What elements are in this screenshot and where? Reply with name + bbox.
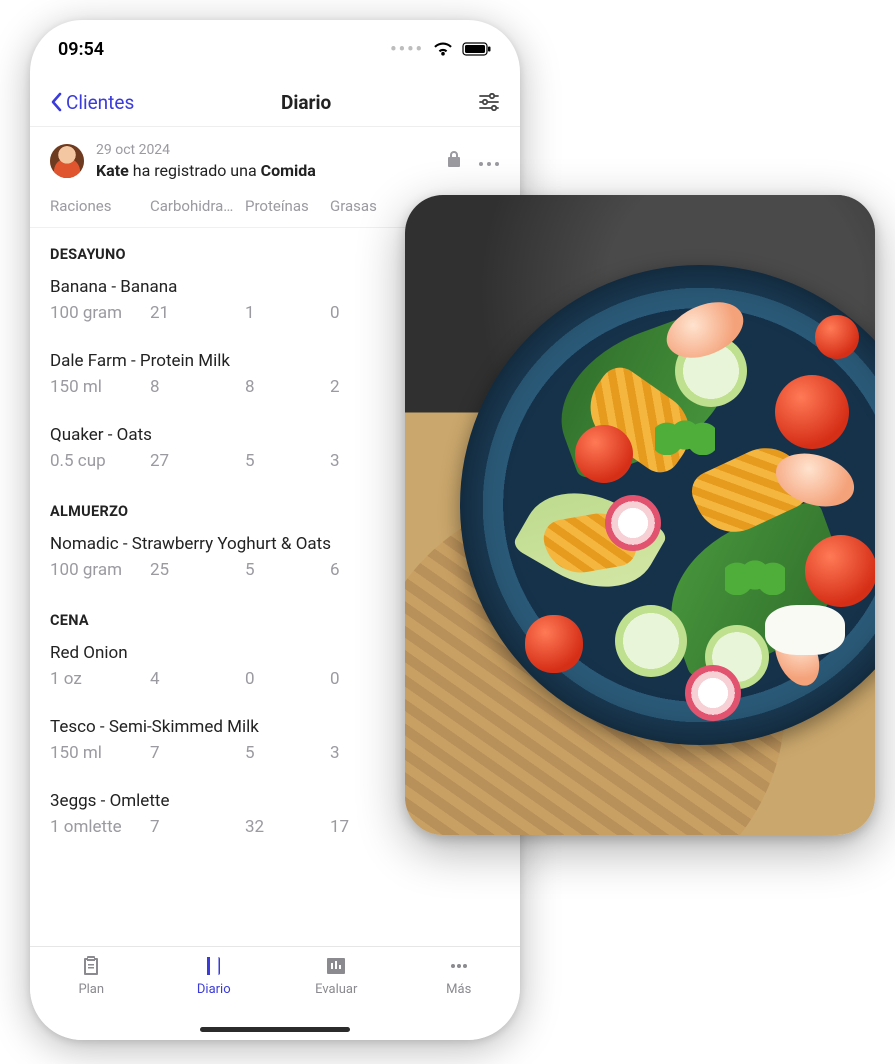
item-raciones: 1 omlette bbox=[50, 817, 150, 837]
status-bar: 09:54 •••• bbox=[30, 20, 520, 78]
cellular-dots-icon: •••• bbox=[390, 39, 424, 60]
clipboard-icon bbox=[79, 954, 103, 978]
item-prot: 0 bbox=[245, 669, 330, 689]
tab-label: Más bbox=[446, 982, 471, 997]
item-gras: 17 bbox=[330, 817, 400, 837]
page-title: Diario bbox=[281, 91, 331, 114]
tab-bar: Plan Diario Evaluar Más bbox=[30, 946, 520, 1040]
item-prot: 5 bbox=[245, 743, 330, 763]
lock-icon[interactable] bbox=[446, 150, 462, 172]
entry-message: Kate ha registrado una Comida bbox=[96, 160, 434, 182]
entry-date: 29 oct 2024 bbox=[96, 141, 434, 160]
col-proteinas: Proteínas bbox=[245, 197, 330, 215]
item-prot: 5 bbox=[245, 451, 330, 471]
status-time: 09:54 bbox=[58, 39, 104, 60]
item-gras: 0 bbox=[330, 669, 400, 689]
chevron-left-icon bbox=[50, 92, 64, 112]
item-raciones: 1 oz bbox=[50, 669, 150, 689]
item-raciones: 100 gram bbox=[50, 303, 150, 323]
item-raciones: 150 ml bbox=[50, 743, 150, 763]
more-horizontal-icon bbox=[478, 161, 500, 167]
tab-label: Evaluar bbox=[315, 982, 357, 997]
item-prot: 8 bbox=[245, 377, 330, 397]
wifi-icon bbox=[432, 41, 454, 57]
back-label: Clientes bbox=[66, 91, 134, 114]
tab-evaluar[interactable]: Evaluar bbox=[275, 954, 398, 997]
item-carb: 4 bbox=[150, 669, 245, 689]
filter-button[interactable] bbox=[478, 93, 500, 111]
tab-plan[interactable]: Plan bbox=[30, 954, 153, 997]
col-grasas: Grasas bbox=[330, 197, 400, 215]
item-prot: 32 bbox=[245, 817, 330, 837]
food-photo bbox=[405, 195, 875, 835]
bar-chart-icon bbox=[324, 954, 348, 978]
back-button[interactable]: Clientes bbox=[50, 91, 134, 114]
book-icon bbox=[202, 954, 226, 978]
item-carb: 7 bbox=[150, 817, 245, 837]
item-carb: 8 bbox=[150, 377, 245, 397]
entry-header: 29 oct 2024 Kate ha registrado una Comid… bbox=[30, 127, 520, 191]
entry-msg-mid: ha registrado una bbox=[129, 161, 261, 180]
entry-msg-type: Comida bbox=[261, 161, 316, 180]
item-gras: 0 bbox=[330, 303, 400, 323]
item-raciones: 150 ml bbox=[50, 377, 150, 397]
item-prot: 1 bbox=[245, 303, 330, 323]
item-prot: 5 bbox=[245, 560, 330, 580]
tab-label: Diario bbox=[197, 982, 231, 997]
item-carb: 7 bbox=[150, 743, 245, 763]
more-button[interactable] bbox=[478, 152, 500, 171]
item-gras: 3 bbox=[330, 743, 400, 763]
sliders-icon bbox=[478, 93, 500, 111]
item-carb: 21 bbox=[150, 303, 245, 323]
item-raciones: 100 gram bbox=[50, 560, 150, 580]
item-gras: 6 bbox=[330, 560, 400, 580]
item-carb: 25 bbox=[150, 560, 245, 580]
item-gras: 2 bbox=[330, 377, 400, 397]
item-raciones: 0.5 cup bbox=[50, 451, 150, 471]
tab-mas[interactable]: Más bbox=[398, 954, 521, 997]
col-raciones: Raciones bbox=[50, 197, 150, 215]
tab-label: Plan bbox=[78, 982, 104, 997]
col-carbohidratos: Carbohidra… bbox=[150, 197, 245, 215]
avatar[interactable] bbox=[50, 144, 84, 178]
nav-bar: Clientes Diario bbox=[30, 78, 520, 127]
home-indicator bbox=[200, 1027, 350, 1032]
tab-diario[interactable]: Diario bbox=[153, 954, 276, 997]
item-carb: 27 bbox=[150, 451, 245, 471]
entry-user: Kate bbox=[96, 161, 129, 180]
item-gras: 3 bbox=[330, 451, 400, 471]
battery-icon bbox=[462, 42, 492, 56]
more-horizontal-icon bbox=[447, 954, 471, 978]
